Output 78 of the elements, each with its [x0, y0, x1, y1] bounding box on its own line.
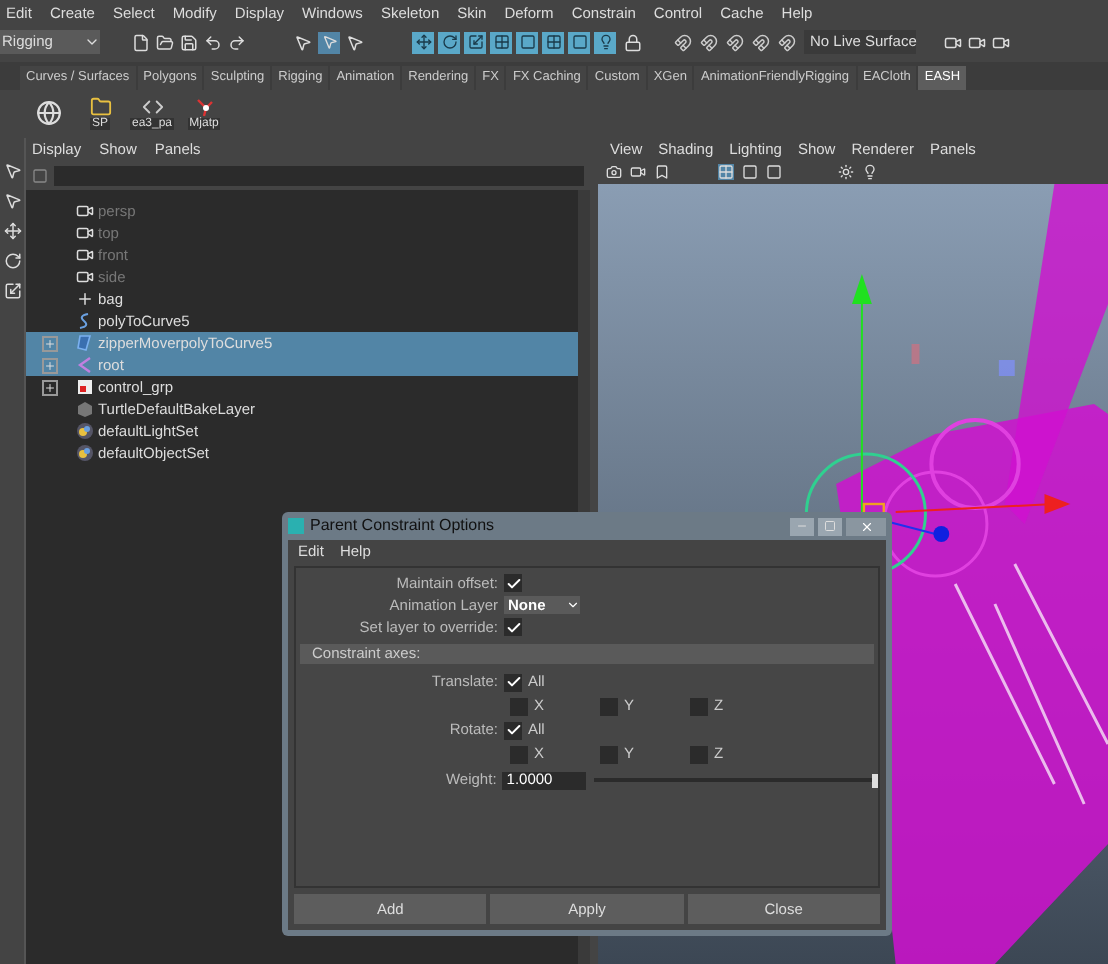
light-icon[interactable]	[862, 164, 878, 180]
close-button[interactable]	[846, 517, 886, 535]
checkbox[interactable]	[504, 721, 522, 739]
folder-icon[interactable]	[156, 33, 174, 51]
camera-icon	[75, 268, 93, 286]
scale-tool-icon[interactable]	[3, 282, 21, 300]
plus-icon	[44, 381, 56, 393]
select-tool-icon[interactable]	[3, 162, 21, 180]
magnet-icon[interactable]	[778, 33, 796, 51]
checkbox[interactable]	[510, 745, 528, 763]
magnet-icon[interactable]	[726, 33, 744, 51]
magnet-icon[interactable]	[700, 33, 718, 51]
save-icon[interactable]	[180, 33, 198, 51]
close-icon	[859, 519, 873, 533]
checkbox[interactable]	[504, 574, 522, 592]
tool-icon	[571, 34, 587, 50]
script-icon[interactable]	[141, 95, 163, 117]
group-icon	[75, 378, 93, 396]
undo-icon[interactable]	[204, 33, 222, 51]
locator-icon	[75, 290, 93, 308]
camera-icon	[75, 246, 93, 264]
snap-icon[interactable]	[568, 31, 590, 53]
maximize-icon	[824, 520, 836, 532]
snap-icon[interactable]	[594, 31, 616, 53]
bookmark-icon[interactable]	[654, 164, 670, 180]
redo-icon[interactable]	[228, 33, 246, 51]
expand-icon[interactable]	[42, 379, 58, 395]
tool-icon	[519, 34, 535, 50]
select-icon[interactable]	[318, 31, 340, 53]
maximize-button[interactable]	[818, 517, 842, 535]
minimize-icon	[796, 520, 808, 532]
move-tool-icon[interactable]	[3, 222, 21, 240]
tool-icon	[415, 34, 431, 50]
tool-icon	[597, 34, 613, 50]
snap-icon[interactable]	[490, 31, 512, 53]
magnet-icon[interactable]	[674, 33, 692, 51]
checkbox[interactable]	[690, 697, 708, 715]
rotate-tool-icon[interactable]	[3, 252, 21, 270]
caret-icon	[84, 34, 100, 50]
camera-icon	[75, 202, 93, 220]
snap-icon[interactable]	[464, 31, 486, 53]
light-icon[interactable]	[838, 164, 854, 180]
globe-icon[interactable]	[35, 99, 61, 125]
dialog-title: Parent Constraint Options	[310, 518, 495, 534]
snap-icon[interactable]	[412, 31, 434, 53]
checkbox[interactable]	[600, 697, 618, 715]
folder-icon[interactable]	[89, 95, 111, 117]
checkbox[interactable]	[600, 745, 618, 763]
camera-icon	[75, 224, 93, 242]
app-icon	[288, 518, 304, 534]
plus-icon	[44, 359, 56, 371]
joint-icon	[76, 356, 92, 374]
new-file-icon[interactable]	[132, 33, 150, 51]
checkbox[interactable]	[504, 618, 522, 636]
joint-chain-icon[interactable]	[193, 95, 215, 117]
snap-icon[interactable]	[438, 31, 460, 53]
checkbox[interactable]	[690, 745, 708, 763]
caret-icon	[566, 598, 580, 612]
cube-icon	[75, 400, 93, 418]
plus-icon	[44, 337, 56, 349]
snap-icon[interactable]	[516, 31, 538, 53]
camera-icon[interactable]	[630, 164, 646, 180]
lasso-tool-icon[interactable]	[3, 192, 21, 210]
tool-icon	[545, 34, 561, 50]
camera-icon[interactable]	[606, 164, 622, 180]
lock-icon[interactable]	[624, 33, 642, 51]
magnet-icon[interactable]	[752, 33, 770, 51]
checkbox[interactable]	[510, 697, 528, 715]
checkbox[interactable]	[504, 673, 522, 691]
weight-slider[interactable]	[594, 773, 878, 787]
grid-icon[interactable]	[718, 164, 734, 180]
tool-icon	[467, 34, 483, 50]
set-icon	[75, 422, 93, 440]
tool-icon	[441, 34, 457, 50]
filter-field[interactable]	[54, 166, 584, 186]
set-icon	[75, 444, 93, 462]
snap-icon[interactable]	[542, 31, 564, 53]
tool-icon	[493, 34, 509, 50]
